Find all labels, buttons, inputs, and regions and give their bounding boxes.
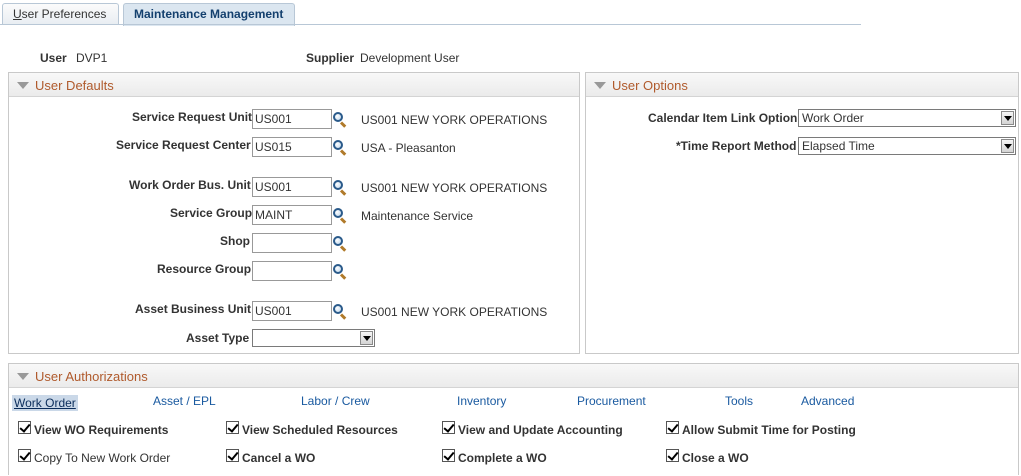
service-request-unit-desc: US001 NEW YORK OPERATIONS xyxy=(361,113,548,127)
magnifier-icon[interactable] xyxy=(333,140,347,156)
time-report-select[interactable]: Elapsed Time xyxy=(798,137,1016,155)
service-request-center-input[interactable]: US015 xyxy=(252,137,332,157)
user-options-header[interactable]: User Options xyxy=(586,73,1018,97)
supplier-value: Development User xyxy=(360,51,460,65)
service-request-unit-label: Service Request Unit xyxy=(132,110,253,124)
auth-tab-inventory[interactable]: Inventory xyxy=(457,394,506,408)
user-options-title: User Options xyxy=(612,78,688,93)
service-request-center-label: Service Request Center xyxy=(116,138,251,152)
copy-to-new-wo-label: Copy To New Work Order xyxy=(34,451,171,465)
collapse-triangle-icon[interactable] xyxy=(594,82,606,89)
user-value: DVP1 xyxy=(76,51,108,65)
checkbox-checked-icon[interactable] xyxy=(666,421,679,434)
service-group-input[interactable]: MAINT xyxy=(252,205,332,225)
dropdown-arrow-icon[interactable] xyxy=(1001,111,1014,125)
time-report-label: *Time Report Method xyxy=(676,139,797,153)
resource-group-input[interactable] xyxy=(252,261,332,281)
work-order-bu-desc: US001 NEW YORK OPERATIONS xyxy=(361,181,548,195)
tab-bar-divider xyxy=(0,24,861,25)
checkbox-checked-icon[interactable] xyxy=(18,421,31,434)
calendar-link-label: Calendar Item Link Option xyxy=(648,111,798,125)
auth-tab-tools[interactable]: Tools xyxy=(725,394,753,408)
close-wo-label: Close a WO xyxy=(682,451,749,465)
magnifier-icon[interactable] xyxy=(333,264,347,280)
view-wo-requirements-label: View WO Requirements xyxy=(34,423,169,437)
magnifier-icon[interactable] xyxy=(333,180,347,196)
work-order-bu-label: Work Order Bus. Unit xyxy=(129,178,251,192)
cancel-wo-label: Cancel a WO xyxy=(242,451,316,465)
magnifier-icon[interactable] xyxy=(333,208,347,224)
checkbox-checked-icon[interactable] xyxy=(226,449,239,462)
asset-bu-desc: US001 NEW YORK OPERATIONS xyxy=(361,305,548,319)
checkbox-checked-icon[interactable] xyxy=(442,449,455,462)
view-update-accounting-label: View and Update Accounting xyxy=(458,423,623,437)
user-defaults-header[interactable]: User Defaults xyxy=(9,73,579,97)
tab-maintenance-management[interactable]: Maintenance Management xyxy=(123,3,295,26)
service-group-label: Service Group xyxy=(170,206,253,220)
asset-bu-input[interactable]: US001 xyxy=(252,301,332,321)
collapse-triangle-icon[interactable] xyxy=(17,373,29,380)
service-request-center-desc: USA - Pleasanton xyxy=(361,141,456,155)
user-authorizations-title: User Authorizations xyxy=(35,369,148,384)
asset-bu-label: Asset Business Unit xyxy=(135,302,252,316)
work-order-bu-input[interactable]: US001 xyxy=(252,177,332,197)
shop-label: Shop xyxy=(220,234,250,248)
view-scheduled-resources-label: View Scheduled Resources xyxy=(242,423,398,437)
magnifier-icon[interactable] xyxy=(333,304,347,320)
user-authorizations-header[interactable]: User Authorizations xyxy=(9,364,1018,388)
resource-group-label: Resource Group xyxy=(157,262,252,276)
checkbox-checked-icon[interactable] xyxy=(226,421,239,434)
auth-tab-procurement[interactable]: Procurement xyxy=(577,394,646,408)
auth-tab-advanced[interactable]: Advanced xyxy=(801,394,854,408)
dropdown-arrow-icon[interactable] xyxy=(360,331,373,345)
auth-tab-labor-crew[interactable]: Labor / Crew xyxy=(301,394,370,408)
calendar-link-select[interactable]: Work Order xyxy=(798,109,1016,127)
checkbox-checked-icon[interactable] xyxy=(18,449,31,462)
tab-user-preferences[interactable]: User Preferences xyxy=(2,3,119,25)
auth-tab-asset-epl[interactable]: Asset / EPL xyxy=(153,394,216,408)
asset-type-select[interactable] xyxy=(252,329,375,347)
user-defaults-title: User Defaults xyxy=(35,78,114,93)
allow-submit-time-label: Allow Submit Time for Posting xyxy=(682,423,856,437)
magnifier-icon[interactable] xyxy=(333,112,347,128)
supplier-label: Supplier xyxy=(306,51,355,65)
auth-tab-work-order[interactable]: Work Order xyxy=(12,395,78,411)
shop-input[interactable] xyxy=(252,233,332,253)
collapse-triangle-icon[interactable] xyxy=(17,82,29,89)
dropdown-arrow-icon[interactable] xyxy=(1001,139,1014,153)
magnifier-icon[interactable] xyxy=(333,236,347,252)
checkbox-checked-icon[interactable] xyxy=(666,449,679,462)
service-group-desc: Maintenance Service xyxy=(361,209,474,223)
user-label: User xyxy=(40,51,67,65)
complete-wo-label: Complete a WO xyxy=(458,451,547,465)
asset-type-label: Asset Type xyxy=(186,331,250,345)
service-request-unit-input[interactable]: US001 xyxy=(252,109,332,129)
checkbox-checked-icon[interactable] xyxy=(442,421,455,434)
